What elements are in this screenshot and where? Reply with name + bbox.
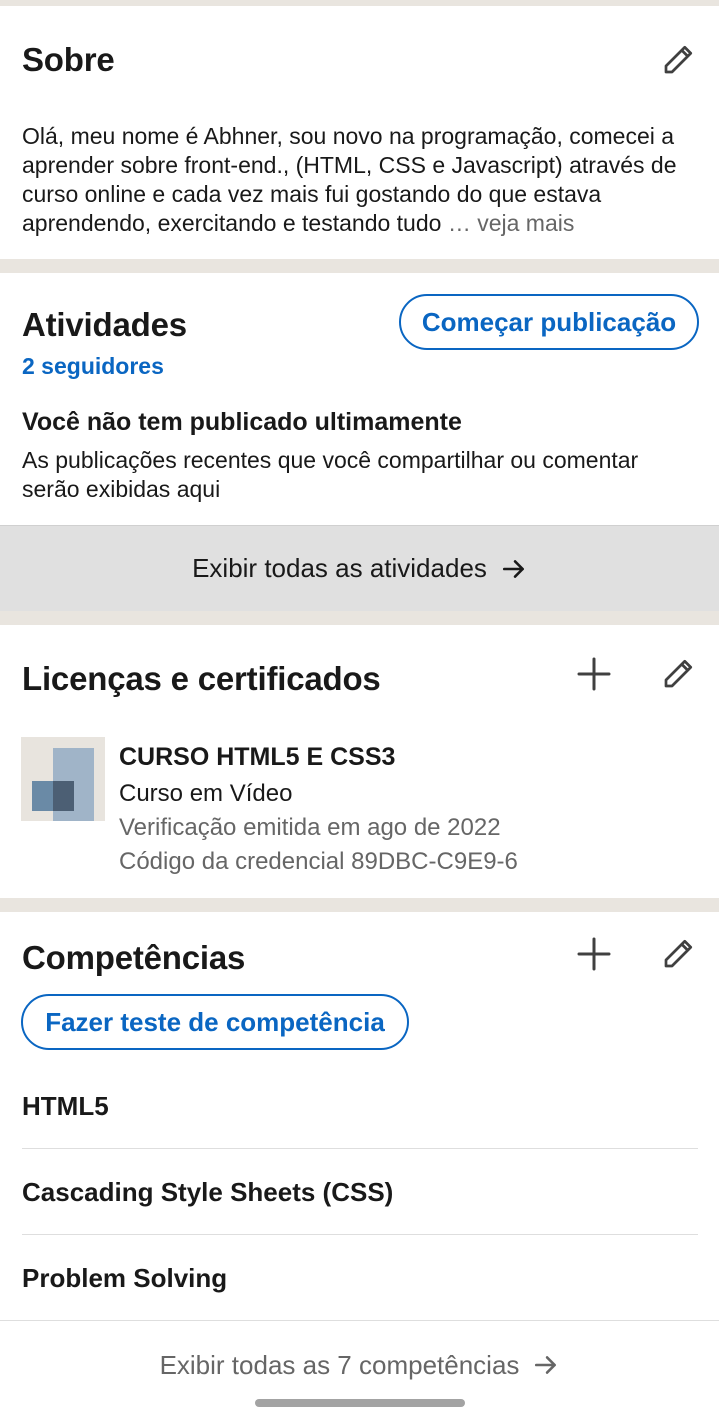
about-text-body: Olá, meu nome é Abhner, sou novo na prog… [22,123,677,236]
pencil-icon [664,939,693,968]
show-all-skills-button[interactable]: Exibir todas as 7 competências [0,1337,719,1393]
arrow-right-icon [502,559,524,578]
skill-divider [22,1234,698,1235]
about-card: Sobre Olá, meu nome é Abhner, sou novo n… [0,6,719,259]
certificate-name: CURSO HTML5 E CSS3 [119,743,396,771]
skills-footer-divider [0,1320,719,1321]
skills-title: Competências [22,939,246,976]
activity-card: Atividades 2 seguidores Começar publicaç… [0,273,719,611]
edit-about-button[interactable] [658,40,698,80]
add-skill-button[interactable] [574,934,614,974]
show-all-activity-label: Exibir todas as atividades [192,553,487,583]
home-gesture-bar[interactable] [255,1399,465,1407]
add-license-button[interactable] [574,654,614,694]
certificate-logo [21,737,105,821]
see-more-link[interactable]: veja mais [477,210,574,236]
about-ellipsis: … [447,210,471,236]
about-title: Sobre [22,41,115,78]
certificate-issuer: Curso em Vídeo [119,780,293,807]
empty-state-text: As publicações recentes que você compart… [22,447,639,502]
skill-item[interactable]: HTML5 [22,1091,109,1122]
edit-skills-button[interactable] [658,934,698,974]
show-all-skills-label: Exibir todas as 7 competências [159,1349,520,1380]
activity-title: Atividades [22,306,187,343]
arrow-right-icon [535,1356,557,1374]
certificate-item[interactable]: CURSO HTML5 E CSS3 Curso em Vídeo Verifi… [0,733,719,883]
empty-state-title: Você não tem publicado ultimamente [22,408,462,436]
show-all-activity-button[interactable]: Exibir todas as atividades [0,525,719,611]
start-post-button[interactable]: Começar publicação [399,294,699,350]
about-text: Olá, meu nome é Abhner, sou novo na prog… [22,122,702,238]
pencil-icon [664,659,693,688]
skill-item[interactable]: Problem Solving [22,1263,227,1294]
skills-card: Competências Fazer teste de competência … [0,912,719,1424]
certificate-credential-id: Código da credencial 89DBC-C9E9-6 [119,848,518,875]
licenses-card: Licenças e certificados CURSO HTML5 E CS… [0,625,719,898]
followers-count[interactable]: 2 seguidores [22,353,164,380]
edit-licenses-button[interactable] [658,654,698,694]
skill-divider [22,1148,698,1149]
plus-icon [577,937,611,971]
licenses-title: Licenças e certificados [22,660,381,697]
certificate-issued-date: Verificação emitida em ago de 2022 [119,814,501,841]
pencil-icon [664,45,693,74]
plus-icon [577,657,611,691]
skill-item[interactable]: Cascading Style Sheets (CSS) [22,1177,393,1208]
skill-assessment-button[interactable]: Fazer teste de competência [21,994,409,1050]
